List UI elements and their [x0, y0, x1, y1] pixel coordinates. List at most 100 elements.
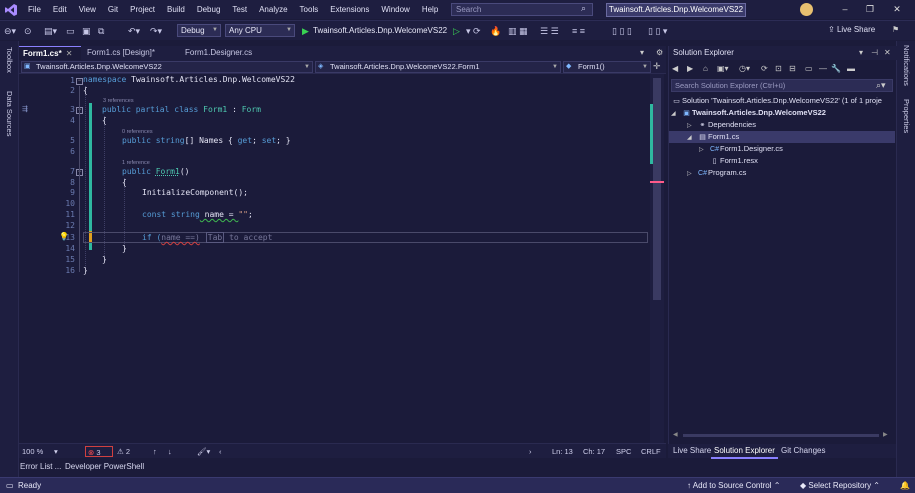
tree-node-form1-designer[interactable]: ▷ C#Form1.Designer.cs: [699, 143, 783, 155]
view-code-icon[interactable]: ▬: [847, 64, 855, 73]
restore-icon[interactable]: ❐: [860, 2, 880, 17]
menu-file[interactable]: File: [22, 0, 47, 19]
warnings-indicator[interactable]: ⚠ 2: [117, 446, 130, 457]
configuration-select[interactable]: Debug ▼: [177, 24, 221, 37]
bookmark-nav-icon[interactable]: ▯ ▯ ▾: [648, 24, 667, 38]
back-icon[interactable]: ◀: [672, 64, 678, 73]
lightbulb-icon[interactable]: 💡: [59, 232, 69, 241]
project-dropdown[interactable]: ▣ Twainsoft.Articles.Dnp.WelcomeVS22 ▼: [21, 61, 313, 73]
add-source-control-button[interactable]: ↑ Add to Source Control ⌃: [687, 481, 780, 490]
codelens-references[interactable]: 1 reference: [122, 160, 150, 166]
tab-live-share[interactable]: Live Share: [670, 444, 714, 457]
tab-solution-explorer[interactable]: Solution Explorer: [711, 444, 778, 459]
properties-tab[interactable]: Properties: [902, 99, 911, 133]
menu-analyze[interactable]: Analyze: [253, 0, 293, 19]
scrollbar-thumb[interactable]: [683, 434, 879, 437]
member-dropdown[interactable]: ◆ Form1() ▼: [563, 61, 651, 73]
tree-node-solution[interactable]: ▭ Solution 'Twainsoft.Articles.Dnp.Welcom…: [671, 95, 882, 107]
home-icon[interactable]: ⌂: [703, 64, 708, 73]
line-ending-indicator[interactable]: CRLF: [641, 446, 661, 457]
menu-window[interactable]: Window: [375, 0, 415, 19]
menu-tools[interactable]: Tools: [294, 0, 325, 19]
errors-indicator[interactable]: ⊗ 3: [85, 446, 113, 457]
pending-changes-icon[interactable]: ◷▾: [739, 64, 750, 73]
code-cleanup-icon[interactable]: 🖌▾: [197, 446, 210, 457]
chevron-down-icon[interactable]: ▾: [54, 446, 58, 457]
close-icon[interactable]: ✕: [884, 46, 891, 60]
avatar[interactable]: [800, 3, 813, 16]
tree-node-project[interactable]: ◢ ▣ Twainsoft.Articles.Dnp.WelcomeVS22: [671, 107, 826, 119]
redo-icon[interactable]: ↷▾: [150, 24, 162, 38]
horizontal-scrollbar[interactable]: ◀ ▶: [673, 431, 891, 441]
comment-icon[interactable]: ≡ ≡: [572, 24, 585, 38]
tree-node-form1-cs[interactable]: ◢ ▤ Form1.cs: [669, 131, 895, 143]
menu-test[interactable]: Test: [226, 0, 253, 19]
tree-node-program-cs[interactable]: ▷ C#Program.cs: [687, 167, 746, 179]
collapse-all-icon[interactable]: ⊟: [789, 64, 796, 73]
run-options-icon[interactable]: ▾ ⟳: [466, 24, 481, 38]
switch-views-icon[interactable]: ▣▾: [717, 64, 729, 73]
select-repository-button[interactable]: ◆ Select Repository ⌃: [800, 481, 880, 490]
save-icon[interactable]: ▣: [82, 24, 91, 38]
tab-form1-design[interactable]: Form1.cs [Design]*: [83, 46, 179, 60]
platform-select[interactable]: Any CPU ▼: [225, 24, 295, 37]
close-icon[interactable]: ✕: [66, 49, 73, 58]
scrollbar-thumb[interactable]: [653, 78, 661, 300]
save-all-icon[interactable]: ⧉: [98, 24, 104, 38]
start-debug-icon[interactable]: ▶: [302, 24, 309, 38]
forward-icon[interactable]: ⊙: [24, 24, 32, 38]
toolbox-tab[interactable]: Toolbox: [5, 47, 14, 73]
pin-icon[interactable]: ⊣: [871, 46, 878, 60]
bookmark-icon[interactable]: ▯ ▯ ▯: [612, 24, 632, 38]
next-issue-icon[interactable]: ↓: [168, 446, 172, 457]
chevron-down-icon[interactable]: ▾: [859, 46, 863, 60]
preview-icon[interactable]: —: [819, 64, 827, 73]
menu-debug[interactable]: Debug: [191, 0, 227, 19]
whitespace-indicator[interactable]: SPC: [616, 446, 631, 457]
undo-icon[interactable]: ↶▾: [128, 24, 140, 38]
search-input[interactable]: Search: [451, 3, 593, 16]
properties-icon[interactable]: 🔧: [831, 64, 841, 73]
data-sources-tab[interactable]: Data Sources: [5, 91, 14, 136]
type-dropdown[interactable]: ◈ Twainsoft.Articles.Dnp.WelcomeVS22.Form…: [315, 61, 561, 73]
column-indicator[interactable]: Ch: 17: [583, 446, 605, 457]
open-icon[interactable]: ▭: [66, 24, 75, 38]
tab-list-icon[interactable]: ▾: [640, 48, 644, 57]
start-without-debug-icon[interactable]: ▷: [453, 24, 460, 38]
feedback-icon[interactable]: ⚑: [892, 25, 899, 34]
tab-developer-powershell[interactable]: Developer PowerShell: [65, 462, 144, 471]
menu-project[interactable]: Project: [124, 0, 161, 19]
chevron-right-icon[interactable]: ▶: [883, 431, 888, 438]
codelens-references[interactable]: 0 references: [122, 129, 153, 135]
notifications-tab[interactable]: Notifications: [902, 45, 911, 86]
codelens-references[interactable]: 3 references: [103, 98, 134, 104]
sync-icon[interactable]: ⟳: [761, 64, 768, 73]
tab-git-changes[interactable]: Git Changes: [778, 444, 828, 457]
tab-form1-cs[interactable]: Form1.cs* ✕: [19, 46, 81, 60]
gear-icon[interactable]: ⚙: [656, 48, 663, 57]
previous-issue-icon[interactable]: ↑: [153, 446, 157, 457]
new-item-icon[interactable]: ▤▾: [44, 24, 57, 38]
show-all-files-icon[interactable]: ▭: [805, 64, 813, 73]
menu-extensions[interactable]: Extensions: [324, 0, 375, 19]
forward-icon[interactable]: ▶: [687, 64, 693, 73]
menu-view[interactable]: View: [73, 0, 102, 19]
breakpoint-marker-icon[interactable]: ⇶: [22, 105, 28, 113]
chevron-right-icon[interactable]: ›: [529, 446, 532, 457]
chevron-left-icon[interactable]: ‹: [219, 446, 222, 457]
tree-node-dependencies[interactable]: ▷ ⚭ Dependencies: [687, 119, 756, 131]
menu-git[interactable]: Git: [102, 0, 124, 19]
split-editor-icon[interactable]: ✛: [653, 61, 661, 72]
run-target-button[interactable]: Twainsoft.Articles.Dnp.WelcomeVS22: [313, 24, 447, 38]
code-editor[interactable]: 1 2 3 4 5 6 7 8 9 10 11 12 13 14 15 16 ⇶…: [19, 74, 650, 443]
format-icon[interactable]: ☰ ☰: [540, 24, 559, 38]
close-icon[interactable]: ✕: [887, 2, 907, 17]
notifications-bell-icon[interactable]: 🔔: [900, 481, 910, 490]
zoom-select[interactable]: 100 %: [22, 446, 43, 457]
menu-help[interactable]: Help: [416, 0, 444, 19]
live-share-button[interactable]: ⇪ Live Share: [828, 25, 875, 34]
line-indicator[interactable]: Ln: 13: [552, 446, 573, 457]
back-icon[interactable]: ⊖▾: [4, 24, 16, 38]
menu-edit[interactable]: Edit: [47, 0, 73, 19]
tree-node-form1-resx[interactable]: ▯ Form1.resx: [709, 155, 758, 167]
